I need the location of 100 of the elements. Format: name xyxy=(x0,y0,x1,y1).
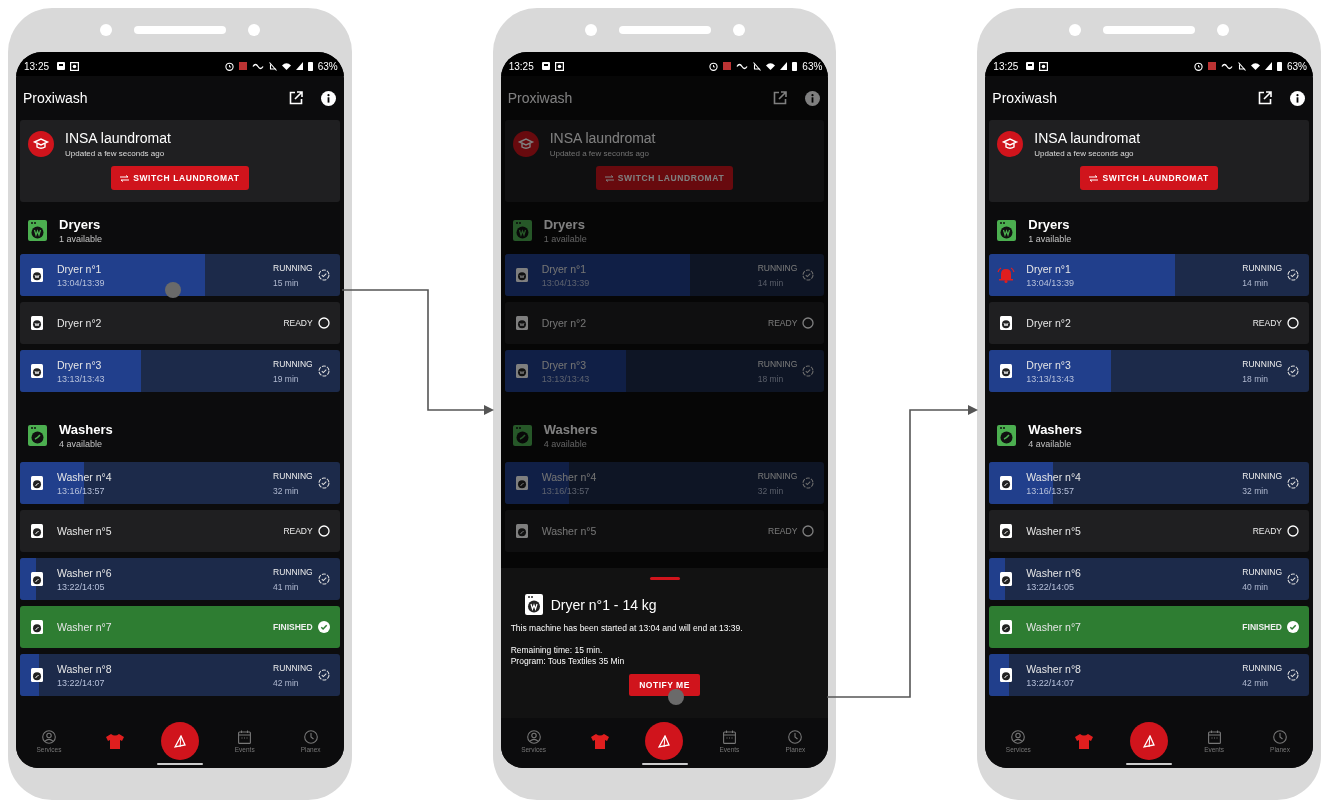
screenshot-icon xyxy=(1039,61,1049,71)
check-circle-icon xyxy=(1287,621,1299,633)
machine-row[interactable]: Washer n°4 13:16/13:57 RUNNING 32 min xyxy=(504,462,825,504)
laundromat-name: INSA laundromat xyxy=(65,130,171,146)
machine-row[interactable]: Dryer n°1 13:04/13:39 RUNNING 14 min xyxy=(504,254,825,296)
machine-name: Washer n°7 xyxy=(57,621,112,633)
machine-name: Washer n°4 xyxy=(57,470,112,483)
machine-times: 13:22/14:05 xyxy=(1026,581,1075,592)
check-circle-icon xyxy=(317,621,330,633)
machine-name: Dryer n°3 xyxy=(541,358,588,371)
clock-icon xyxy=(303,729,318,744)
remaining-time: Remaining time: 15 min. xyxy=(510,645,603,655)
shirt-icon xyxy=(1074,732,1095,750)
switch-laundromat-button[interactable]: SWITCH LAUNDROMAT xyxy=(595,166,734,190)
machine-category-icon xyxy=(512,424,532,446)
machine-row[interactable]: Dryer n°2 READY xyxy=(989,302,1309,344)
alarm-icon xyxy=(1194,61,1203,71)
tap-indicator xyxy=(668,689,684,705)
battery-icon xyxy=(792,61,798,71)
machine-status: RUNNING xyxy=(757,358,798,369)
program-name: Program: Tous Textiles 35 Min xyxy=(510,656,625,666)
machine-name: Washer n°6 xyxy=(1026,566,1081,579)
machine-status: READY xyxy=(768,318,798,328)
machine-times: 13:16/13:57 xyxy=(57,485,106,496)
notifications-off-icon xyxy=(1238,61,1246,71)
triangle-icon xyxy=(658,734,671,748)
user-circle-icon xyxy=(1011,729,1026,744)
open-external-icon[interactable] xyxy=(288,91,303,105)
remaining-time: 41 min xyxy=(273,581,299,592)
machine-row[interactable]: Dryer n°2 READY xyxy=(504,302,825,344)
machine-status: RUNNING xyxy=(757,262,798,273)
fab-button[interactable] xyxy=(645,722,684,760)
machine-times: 13:16/13:57 xyxy=(541,485,591,496)
cast-icon xyxy=(1208,62,1216,70)
alarm-icon xyxy=(224,61,234,71)
machine-name: Washer n°8 xyxy=(1026,662,1081,675)
user-circle-icon xyxy=(526,729,541,744)
machine-status: READY xyxy=(283,318,313,328)
timer-check-icon xyxy=(802,269,815,281)
machine-name: Dryer n°2 xyxy=(1026,317,1071,329)
machine-status: READY xyxy=(283,526,313,536)
availability-count: 4 available xyxy=(1028,438,1073,449)
link-icon xyxy=(1221,62,1233,70)
machine-row[interactable]: Dryer n°3 13:13/13:43 RUNNING 18 min xyxy=(504,350,825,392)
app-title: Proxiwash xyxy=(992,90,1058,106)
machine-row[interactable]: Washer n°7 FINISHED xyxy=(989,606,1309,648)
fab-button[interactable] xyxy=(1130,722,1169,760)
machine-status: RUNNING xyxy=(273,662,313,673)
machine-times: 13:22/14:05 xyxy=(57,581,106,592)
machine-name: Washer n°4 xyxy=(541,470,597,483)
user-circle-icon xyxy=(41,729,56,744)
notify-me-button[interactable]: NOTIFY ME xyxy=(629,674,700,696)
wifi-icon xyxy=(766,62,776,70)
section-title: Washers xyxy=(59,421,113,437)
availability-count: 1 available xyxy=(59,233,103,244)
machine-row[interactable]: Washer n°8 13:22/14:07 RUNNING 42 min xyxy=(989,654,1309,696)
info-icon[interactable] xyxy=(1290,90,1305,106)
notification-icon xyxy=(57,62,66,70)
machine-times: 13:22/14:07 xyxy=(57,677,106,688)
machine-row[interactable]: Dryer n°3 13:13/13:43 RUNNING 18 min xyxy=(989,350,1309,392)
open-external-icon[interactable] xyxy=(1258,91,1272,105)
machine-row[interactable]: Washer n°4 13:16/13:57 RUNNING 32 min xyxy=(20,462,340,504)
machine-row[interactable]: Dryer n°2 READY xyxy=(20,302,340,344)
machine-row[interactable]: Washer n°6 13:22/14:05 RUNNING 41 min xyxy=(20,558,340,600)
machine-row[interactable]: Washer n°5 READY xyxy=(20,510,340,552)
wifi-icon xyxy=(281,62,291,70)
section-title: Dryers xyxy=(543,216,586,232)
dim-overlay[interactable] xyxy=(500,76,829,568)
info-icon[interactable] xyxy=(320,90,336,106)
switch-laundromat-button[interactable]: SWITCH LAUNDROMAT xyxy=(111,166,249,190)
alarm-icon xyxy=(709,61,719,71)
machine-times: 13:04/13:39 xyxy=(1026,277,1074,288)
machine-row[interactable]: Washer n°4 13:16/13:57 RUNNING 32 min xyxy=(989,462,1309,504)
machine-row[interactable]: Washer n°6 13:22/14:05 RUNNING 40 min xyxy=(989,558,1309,600)
machine-row[interactable]: Dryer n°3 13:13/13:43 RUNNING 19 min xyxy=(20,350,340,392)
signal-icon xyxy=(295,62,303,70)
machine-row[interactable]: Washer n°5 READY xyxy=(989,510,1309,552)
machine-description: This machine has been started at 13:04 and will end at 13:39. xyxy=(510,623,743,633)
machine-row[interactable]: Washer n°8 13:22/14:07 RUNNING 42 min xyxy=(20,654,340,696)
machine-times: 13:16/13:57 xyxy=(1026,485,1075,496)
machine-status: RUNNING xyxy=(1242,470,1282,481)
notifications-off-icon xyxy=(268,61,277,71)
machine-row[interactable]: Dryer n°1 13:04/13:39 RUNNING 14 min xyxy=(989,254,1309,296)
machine-row[interactable]: Dryer n°1 13:04/13:39 RUNNING 15 min xyxy=(20,254,340,296)
battery-icon xyxy=(1277,61,1282,71)
remaining-time: 32 min xyxy=(273,485,299,496)
triangle-icon xyxy=(1143,734,1156,748)
empty-circle-icon xyxy=(317,525,330,537)
machine-name: Dryer n°2 xyxy=(541,317,587,329)
sensor-dot xyxy=(732,24,745,36)
switch-laundromat-button[interactable]: SWITCH LAUNDROMAT xyxy=(1080,166,1218,190)
machine-row[interactable]: Washer n°7 FINISHED xyxy=(20,606,340,648)
remaining-time: 32 min xyxy=(1242,485,1268,496)
timer-check-icon xyxy=(317,669,330,681)
section-title: Dryers xyxy=(1028,216,1071,232)
machine-category-icon xyxy=(28,424,47,446)
fab-button[interactable] xyxy=(160,722,199,760)
machine-row[interactable]: Washer n°5 READY xyxy=(504,510,825,552)
sheet-handle[interactable] xyxy=(649,577,680,580)
machine-name: Dryer n°3 xyxy=(57,358,103,371)
